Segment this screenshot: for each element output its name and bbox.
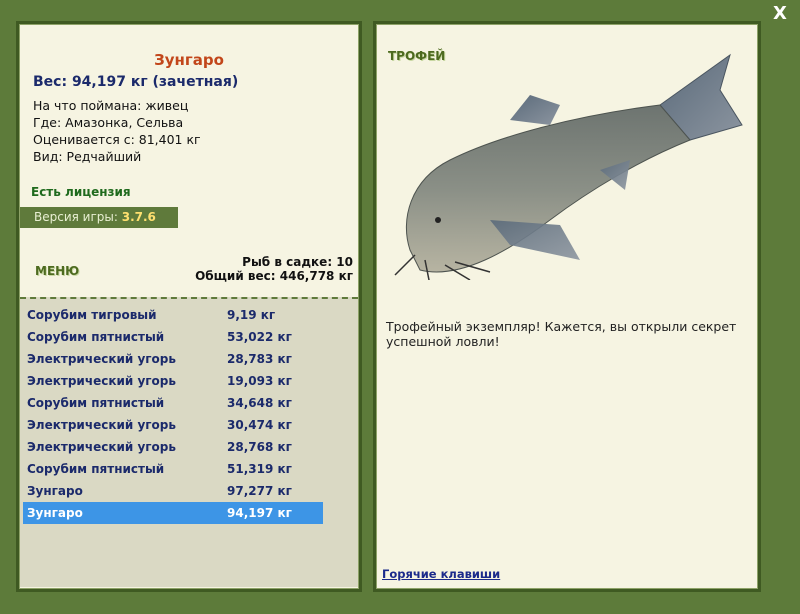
catch-list: Сорубим тигровый 9,19 кг Сорубим пятнист… xyxy=(20,297,358,587)
fish-image xyxy=(394,53,743,280)
catch-weight: 28,783 кг xyxy=(227,352,292,366)
catch-weight: 94,197 кг xyxy=(227,506,292,520)
catch-weight: 51,319 кг xyxy=(227,462,292,476)
catch-row[interactable]: Сорубим пятнистый 51,319 кг xyxy=(23,458,323,480)
catch-name: Сорубим пятнистый xyxy=(27,330,165,344)
cage-total-weight: Общий вес: 446,778 кг xyxy=(195,269,353,283)
catch-row[interactable]: Сорубим пятнистый 53,022 кг xyxy=(23,326,323,348)
license-status: Есть лицензия xyxy=(31,185,131,199)
version-label: Версия игры: xyxy=(34,210,118,224)
catch-row[interactable]: Сорубим пятнистый 34,648 кг xyxy=(23,392,323,414)
catch-row[interactable]: Электрический угорь 30,474 кг xyxy=(23,414,323,436)
catch-row[interactable]: Электрический угорь 19,093 кг xyxy=(23,370,323,392)
catch-weight: 34,648 кг xyxy=(227,396,292,410)
version-value: 3.7.6 xyxy=(121,210,156,224)
catch-name: Сорубим пятнистый xyxy=(27,396,165,410)
valued-info: Оценивается с: 81,401 кг xyxy=(33,132,201,147)
location-info: Где: Амазонка, Сельва xyxy=(33,115,184,130)
catch-name: Электрический угорь xyxy=(27,440,176,454)
catch-weight: 9,19 кг xyxy=(227,308,276,322)
catch-name: Электрический угорь xyxy=(27,352,176,366)
game-version: Версия игры: 3.7.6 xyxy=(20,207,178,228)
cage-info: Рыб в садке: 10 Общий вес: 446,778 кг xyxy=(195,255,353,283)
trophy-panel: ТРОФЕЙ Трофейный экземпляр! Кажется, вы … xyxy=(373,21,761,592)
catch-name: Сорубим тигровый xyxy=(27,308,157,322)
catch-row[interactable]: Сорубим тигровый 9,19 кг xyxy=(23,304,323,326)
catch-row[interactable]: Зунгаро 97,277 кг xyxy=(23,480,323,502)
fish-name: Зунгаро xyxy=(154,51,224,69)
catch-weight: 19,093 кг xyxy=(227,374,292,388)
fish-info-panel: Зунгаро Вес: 94,197 кг (зачетная) На что… xyxy=(16,21,362,592)
catch-row[interactable]: Электрический угорь 28,768 кг xyxy=(23,436,323,458)
catch-name: Сорубим пятнистый xyxy=(27,462,165,476)
catch-name: Зунгаро xyxy=(27,484,83,498)
bait-info: На что поймана: живец xyxy=(33,98,189,113)
catch-row-selected[interactable]: Зунгаро 94,197 кг xyxy=(23,502,323,524)
cage-count: Рыб в садке: 10 xyxy=(242,255,353,269)
menu-button[interactable]: МЕНЮ xyxy=(35,264,79,278)
close-button[interactable]: X xyxy=(770,4,790,24)
catch-name: Электрический угорь xyxy=(27,374,176,388)
catch-row[interactable]: Электрический угорь 28,783 кг xyxy=(23,348,323,370)
catch-name: Электрический угорь xyxy=(27,418,176,432)
fish-weight: Вес: 94,197 кг (зачетная) xyxy=(33,74,239,90)
catch-name: Зунгаро xyxy=(27,506,83,520)
hotkeys-link[interactable]: Горячие клавиши xyxy=(382,567,500,581)
catch-weight: 53,022 кг xyxy=(227,330,292,344)
catch-weight: 97,277 кг xyxy=(227,484,292,498)
catch-weight: 28,768 кг xyxy=(227,440,292,454)
trophy-description: Трофейный экземпляр! Кажется, вы открыли… xyxy=(386,319,737,349)
catch-weight: 30,474 кг xyxy=(227,418,292,432)
rarity-info: Вид: Редчайший xyxy=(33,149,142,164)
